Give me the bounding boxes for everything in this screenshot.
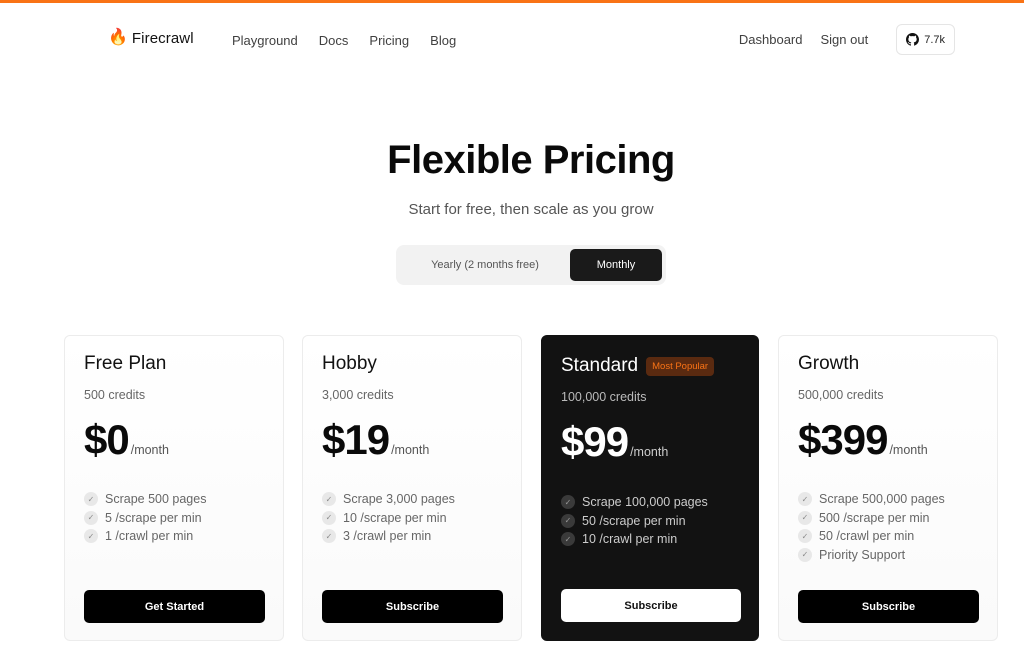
plan-price-row: $19 /month — [322, 416, 429, 464]
plan-price: $99 — [561, 418, 629, 465]
check-icon: ✓ — [84, 492, 98, 507]
dashboard-link[interactable]: Dashboard — [739, 32, 803, 47]
feature-item: ✓ 10 /crawl per min — [561, 530, 708, 549]
check-icon: ✓ — [798, 492, 812, 507]
feature-text: Scrape 100,000 pages — [582, 495, 708, 510]
nav-link-playground[interactable]: Playground — [232, 33, 298, 48]
plan-card-hobby: Hobby 3,000 credits $19 /month ✓ Scrape 3… — [302, 335, 522, 641]
plan-credits: 500 credits — [84, 388, 146, 402]
feature-text: 50 /crawl per min — [819, 529, 915, 544]
feature-item: ✓ Priority Support — [798, 546, 945, 565]
subscribe-button-growth[interactable]: Subscribe — [798, 590, 979, 623]
plan-credits: 3,000 credits — [322, 388, 394, 402]
feature-item: ✓ 5 /scrape per min — [84, 509, 206, 528]
check-icon: ✓ — [561, 513, 575, 528]
feature-item: ✓ 3 /crawl per min — [322, 527, 455, 546]
feature-item: ✓ 500 /scrape per min — [798, 509, 945, 528]
fire-icon: 🔥 — [108, 29, 128, 46]
feature-text: Scrape 500,000 pages — [819, 492, 945, 507]
check-icon: ✓ — [798, 510, 812, 525]
subscribe-button-hobby[interactable]: Subscribe — [322, 590, 503, 623]
feature-item: ✓ Scrape 100,000 pages — [561, 493, 708, 512]
brand-name: Firecrawl — [131, 29, 194, 47]
plan-credits: 100,000 credits — [561, 390, 647, 404]
feature-text: 5 /scrape per min — [105, 510, 202, 525]
check-icon: ✓ — [798, 529, 812, 544]
feature-item: ✓ 1 /crawl per min — [84, 527, 206, 546]
top-nav: 🔥 Firecrawl Playground Docs Pricing Blog… — [0, 24, 1024, 56]
subscribe-button-standard[interactable]: Subscribe — [561, 589, 741, 622]
feature-text: 10 /scrape per min — [343, 510, 447, 525]
feature-item: ✓ Scrape 500,000 pages — [798, 490, 945, 509]
plan-name: Free Plan — [84, 353, 166, 375]
plan-credits: 500,000 credits — [798, 388, 884, 402]
check-icon: ✓ — [84, 529, 98, 544]
toggle-monthly[interactable]: Monthly — [570, 249, 662, 281]
plan-period: /month — [130, 443, 169, 457]
feature-text: 1 /crawl per min — [105, 529, 194, 544]
feature-text: 10 /crawl per min — [582, 532, 678, 547]
plan-features: ✓ Scrape 500 pages ✓ 5 /scrape per min ✓ 1 … — [84, 490, 206, 546]
feature-text: Scrape 500 pages — [105, 492, 207, 507]
plan-price-row: $399 /month — [798, 416, 928, 464]
top-accent-bar — [0, 0, 1024, 3]
plan-name-text: Free Plan — [84, 353, 167, 374]
plan-period: /month — [889, 443, 928, 457]
github-stars-button[interactable]: 7.7k — [896, 24, 955, 55]
plan-features: ✓ Scrape 3,000 pages ✓ 10 /scrape per min … — [322, 490, 455, 546]
toggle-yearly[interactable]: Yearly (2 months free) — [400, 249, 570, 281]
plan-price-row: $99 /month — [561, 418, 668, 466]
plan-price: $399 — [798, 416, 888, 463]
check-icon: ✓ — [561, 495, 575, 510]
feature-item: ✓ 50 /scrape per min — [561, 512, 708, 531]
feature-text: 500 /scrape per min — [819, 510, 930, 525]
plan-period: /month — [391, 443, 430, 457]
check-icon: ✓ — [322, 529, 336, 544]
feature-text: 3 /crawl per min — [343, 529, 432, 544]
check-icon: ✓ — [798, 547, 812, 562]
check-icon: ✓ — [322, 492, 336, 507]
feature-item: ✓ 10 /scrape per min — [322, 509, 455, 528]
check-icon: ✓ — [322, 510, 336, 525]
nav-link-docs[interactable]: Docs — [319, 33, 349, 48]
feature-text: Scrape 3,000 pages — [343, 492, 455, 507]
plan-price-row: $0 /month — [84, 416, 169, 464]
nav-links: Playground Docs Pricing Blog — [232, 33, 477, 48]
brand-logo[interactable]: 🔥 Firecrawl — [108, 29, 194, 47]
plan-card-growth: Growth 500,000 credits $399 /month ✓ Scra… — [778, 335, 998, 641]
plan-price: $19 — [322, 416, 390, 463]
nav-actions: Dashboard Sign out 7.7k — [739, 24, 955, 55]
page-title: Flexible Pricing — [387, 138, 675, 182]
feature-text: Priority Support — [819, 547, 906, 562]
most-popular-badge: Most Popular — [646, 356, 715, 376]
plan-period: /month — [630, 445, 669, 459]
check-icon: ✓ — [84, 510, 98, 525]
plan-name-text: Hobby — [322, 353, 377, 374]
github-star-count: 7.7k — [924, 33, 945, 46]
feature-text: 50 /scrape per min — [582, 513, 686, 528]
nav-link-blog[interactable]: Blog — [430, 33, 456, 48]
nav-link-pricing[interactable]: Pricing — [369, 33, 409, 48]
plan-name-text: Growth — [798, 353, 860, 374]
plan-card-free: Free Plan 500 credits $0 /month ✓ Scrape … — [64, 335, 284, 641]
plan-name: Growth — [798, 353, 859, 375]
feature-item: ✓ 50 /crawl per min — [798, 527, 945, 546]
plan-features: ✓ Scrape 100,000 pages ✓ 50 /scrape per mi… — [561, 493, 708, 549]
plan-card-standard: Standard Most Popular 100,000 credits $9… — [541, 335, 759, 641]
billing-toggle: Yearly (2 months free) Monthly — [396, 245, 666, 285]
plan-features: ✓ Scrape 500,000 pages ✓ 500 /scrape per m… — [798, 490, 945, 564]
feature-item: ✓ Scrape 500 pages — [84, 490, 206, 509]
plan-name: Standard Most Popular — [561, 355, 715, 377]
page-subtitle: Start for free, then scale as you grow — [408, 201, 654, 218]
plan-name: Hobby — [322, 353, 377, 375]
get-started-button[interactable]: Get Started — [84, 590, 265, 623]
feature-item: ✓ Scrape 3,000 pages — [322, 490, 455, 509]
plan-name-text: Standard — [561, 355, 639, 376]
check-icon: ✓ — [561, 532, 575, 547]
sign-out-link[interactable]: Sign out — [821, 32, 869, 47]
github-icon — [906, 33, 920, 46]
plan-price: $0 — [84, 416, 130, 463]
